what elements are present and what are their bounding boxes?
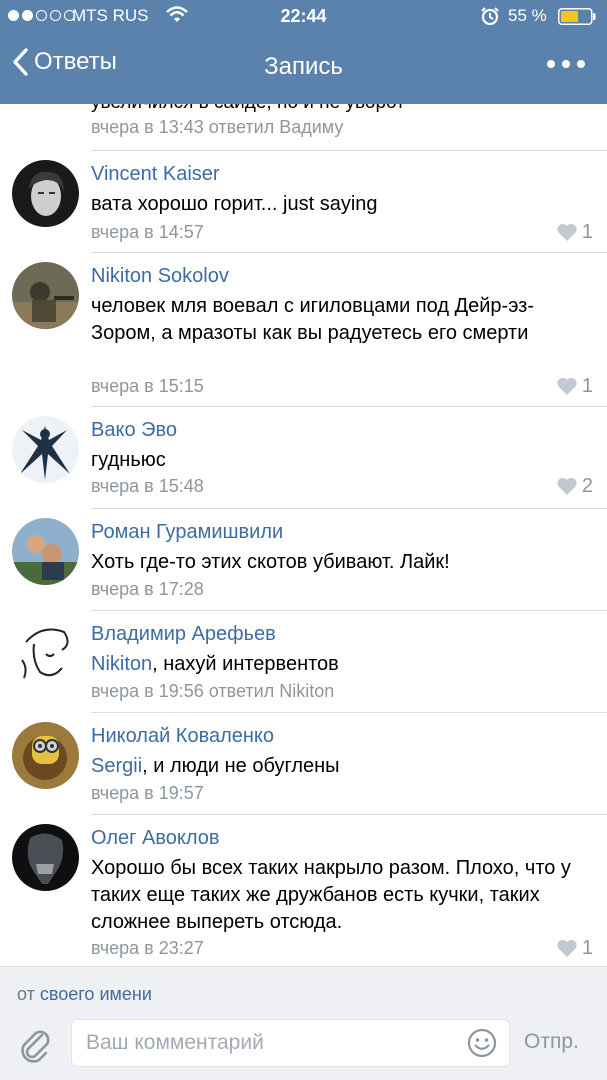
divider	[91, 814, 607, 815]
comment-author[interactable]: Nikiton Sokolov	[91, 265, 229, 288]
comment-composer: Отпр.	[0, 1010, 607, 1080]
emoji-smile-icon[interactable]	[467, 1028, 497, 1058]
avatar[interactable]	[12, 824, 79, 891]
comment-author[interactable]: Роман Гурамишвили	[91, 521, 283, 544]
like-count: 2	[581, 475, 593, 497]
like-button[interactable]: 1	[556, 221, 593, 244]
avatar[interactable]	[12, 416, 79, 483]
back-button[interactable]: Ответы	[12, 48, 117, 76]
attach-paperclip-icon[interactable]	[18, 1026, 52, 1064]
comment-text-body: , нахуй интервентов	[152, 653, 339, 675]
heart-icon	[557, 939, 577, 957]
comment-meta: вчера в 17:28	[91, 579, 204, 599]
comment-meta: вчера в 14:57	[91, 222, 204, 242]
comment-text: Sergii, и люди не обуглены	[91, 753, 591, 780]
mention-link[interactable]: Nikiton	[91, 653, 152, 675]
heart-icon	[557, 377, 577, 395]
like-count: 1	[581, 221, 593, 243]
avatar[interactable]	[12, 722, 79, 789]
more-options-icon[interactable]	[547, 60, 585, 68]
comment-author[interactable]: Вако Эво	[91, 419, 177, 442]
comment-text: человек мля воевал с игиловцами под Дейр…	[91, 295, 534, 344]
mention-link[interactable]: Sergii	[91, 755, 142, 777]
comment-author[interactable]: Николай Коваленко	[91, 725, 274, 748]
post-as-prefix: от	[17, 984, 35, 1004]
battery-icon	[558, 8, 596, 25]
comment-text: вата хорошо горит... just saying	[91, 193, 378, 215]
comment-author[interactable]: Vincent Kaiser	[91, 163, 220, 186]
comment-input-box[interactable]	[71, 1019, 510, 1067]
comment-meta: вчера в 23:27	[91, 938, 204, 958]
divider	[91, 610, 607, 611]
comment-author[interactable]: Владимир Арефьев	[91, 623, 276, 646]
comment-author[interactable]: Олег Авоклов	[91, 827, 219, 850]
like-button[interactable]: 2	[556, 475, 593, 498]
comment-text: Nikiton, нахуй интервентов	[91, 651, 591, 678]
comment-meta: вчера в 19:57	[91, 783, 204, 803]
divider	[91, 406, 607, 407]
avatar[interactable]	[12, 262, 79, 329]
comment-meta: вчера в 15:48	[91, 476, 204, 496]
like-count: 1	[581, 375, 593, 397]
post-as-label: от своего имени	[17, 984, 152, 1005]
comment-text: Хоть где-то этих скотов убивают. Лайк!	[91, 551, 450, 573]
avatar[interactable]	[12, 620, 79, 687]
battery-percent: 55 %	[508, 6, 547, 25]
like-button[interactable]: 1	[556, 937, 593, 960]
divider	[91, 508, 607, 509]
comment-input[interactable]	[84, 1030, 458, 1056]
partial-comment-meta: вчера в 13:43 ответил Вадиму	[91, 117, 344, 137]
heart-icon	[557, 223, 577, 241]
like-count: 1	[581, 937, 593, 959]
post-as-row: от своего имени	[0, 966, 607, 1011]
comments-list: увеличился в сайде, но и не уворот вчера…	[0, 104, 607, 966]
status-bar: MTS RUS 22:44 55 %	[0, 0, 607, 34]
send-button[interactable]: Отпр.	[524, 1030, 579, 1054]
alarm-icon	[481, 7, 499, 26]
like-button[interactable]: 1	[556, 375, 593, 398]
divider	[91, 712, 607, 713]
comment-text: Хорошо бы всех таких накрыло разом. Плох…	[91, 857, 571, 933]
partial-comment-text: увеличился в сайде, но и не уворот	[91, 104, 405, 114]
avatar[interactable]	[12, 160, 79, 227]
post-as-own-name-link[interactable]: своего имени	[40, 984, 152, 1004]
divider	[91, 252, 607, 253]
comment-meta: вчера в 15:15	[91, 376, 204, 396]
divider	[91, 150, 607, 151]
comment-meta: вчера в 19:56 ответил Nikiton	[91, 681, 335, 701]
chevron-left-icon	[13, 48, 28, 76]
heart-icon	[557, 477, 577, 495]
comment-text: гудньюс	[91, 449, 166, 471]
comment-text-body: , и люди не обуглены	[142, 755, 340, 777]
avatar[interactable]	[12, 518, 79, 585]
back-label: Ответы	[34, 48, 117, 75]
top-bar: MTS RUS 22:44 55 % Ответы Запись	[0, 0, 607, 104]
